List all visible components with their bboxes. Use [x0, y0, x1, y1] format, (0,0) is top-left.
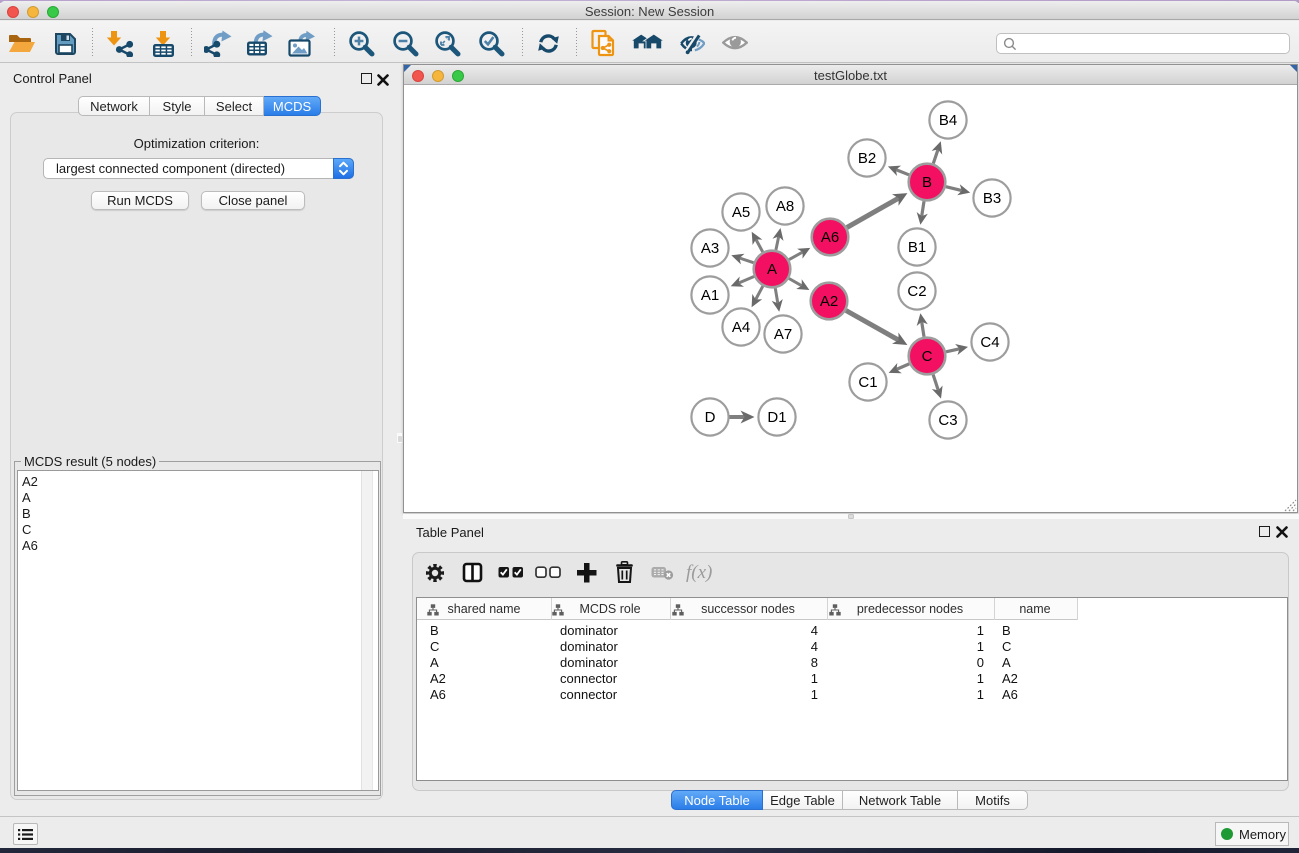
svg-text:C: C — [922, 348, 933, 365]
svg-text:C3: C3 — [938, 412, 957, 429]
svg-text:B: B — [922, 174, 932, 191]
svg-text:A2: A2 — [820, 293, 838, 310]
svg-text:A1: A1 — [701, 287, 719, 304]
svg-text:f(x): f(x) — [686, 562, 712, 583]
svg-text:B3: B3 — [983, 190, 1001, 207]
svg-text:B2: B2 — [858, 150, 876, 167]
svg-text:A4: A4 — [732, 319, 750, 336]
svg-text:D: D — [705, 409, 716, 426]
svg-text:D1: D1 — [767, 409, 786, 426]
svg-text:A: A — [767, 261, 777, 278]
svg-text:A7: A7 — [774, 326, 792, 343]
svg-text:C2: C2 — [907, 283, 926, 300]
svg-text:B4: B4 — [939, 112, 957, 129]
svg-text:A6: A6 — [821, 229, 839, 246]
svg-text:A8: A8 — [776, 198, 794, 215]
svg-text:A5: A5 — [732, 204, 750, 221]
svg-text:C1: C1 — [858, 374, 877, 391]
svg-text:B1: B1 — [908, 239, 926, 256]
svg-text:A3: A3 — [701, 240, 719, 257]
svg-text:C4: C4 — [980, 334, 999, 351]
